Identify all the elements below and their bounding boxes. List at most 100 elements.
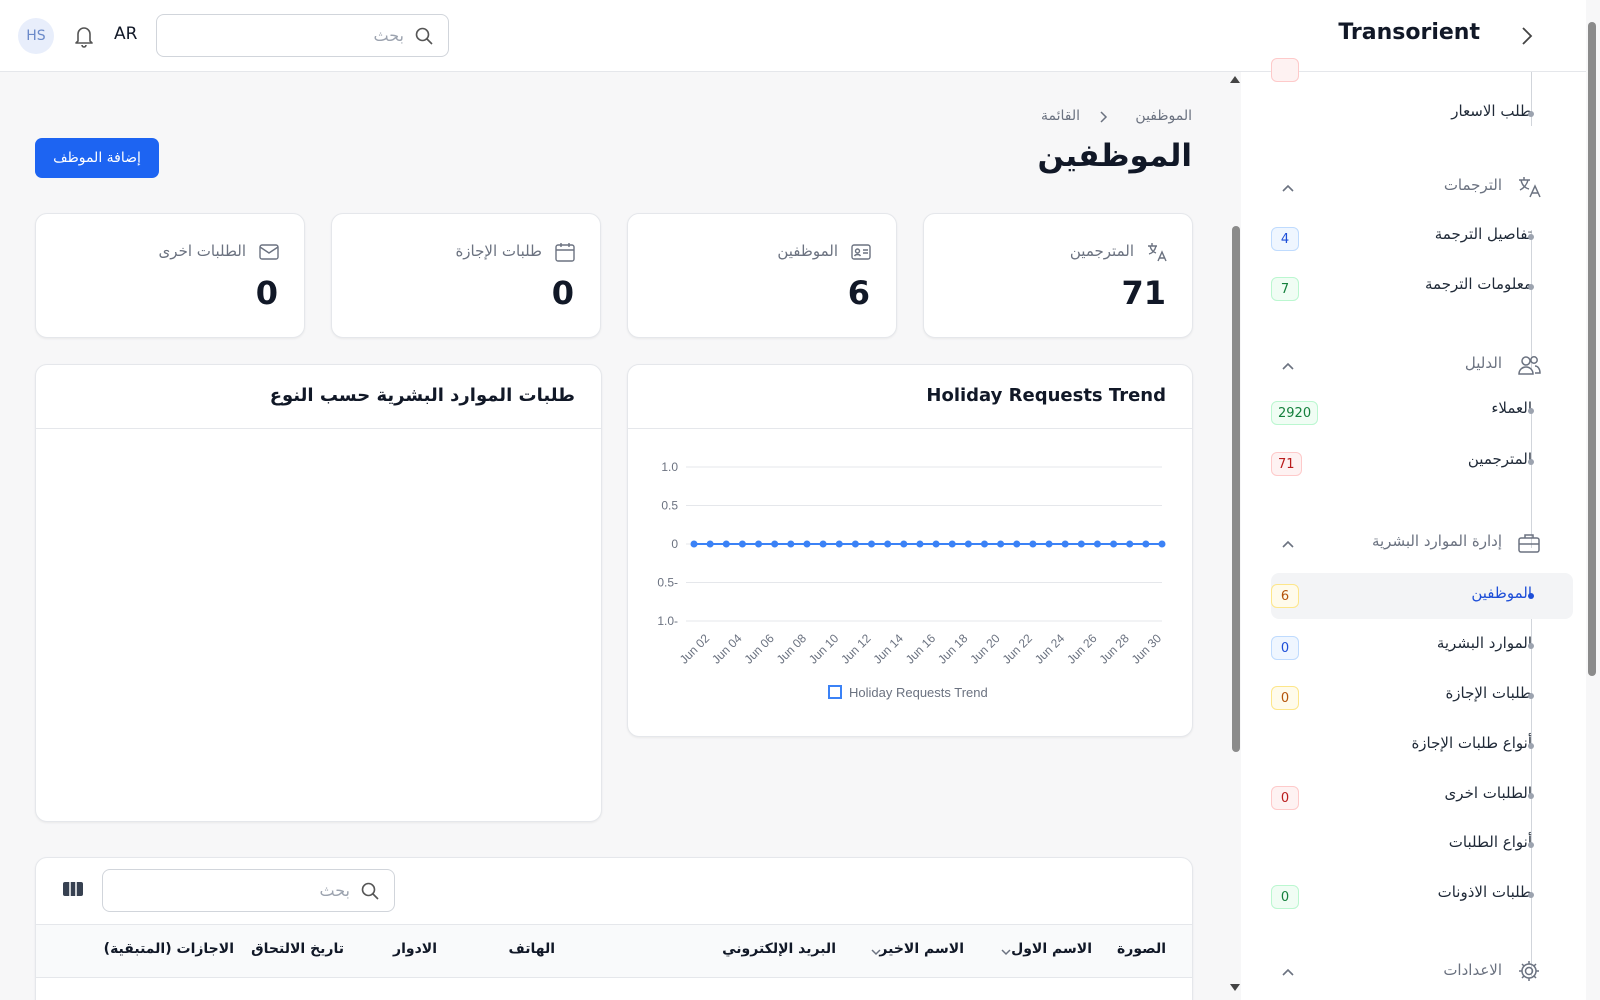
- chevron-up-icon[interactable]: [1281, 965, 1295, 979]
- data-point[interactable]: [1142, 540, 1150, 548]
- y-tick-label: 0.5: [661, 499, 678, 513]
- tree-line: [1531, 408, 1532, 548]
- sidebar-badge: 0: [1271, 885, 1299, 909]
- sidebar-item-hr[interactable]: الموارد البشرية: [1437, 634, 1532, 652]
- legend-label[interactable]: Holiday Requests Trend: [849, 685, 988, 700]
- data-point[interactable]: [755, 540, 763, 548]
- bell-icon[interactable]: [72, 22, 96, 50]
- chevron-up-icon[interactable]: [1281, 537, 1295, 551]
- tree-dot: [1528, 793, 1534, 799]
- data-point[interactable]: [706, 540, 714, 548]
- hr-requests-panel: طلبات الموارد البشرية حسب النوع: [35, 364, 602, 822]
- data-point[interactable]: [851, 540, 859, 548]
- column-photo[interactable]: الصورة: [1117, 941, 1166, 957]
- sidebar-item-translation-info[interactable]: معلومات الترجمة: [1425, 275, 1532, 293]
- sidebar-item-clients[interactable]: العملاء: [1491, 399, 1532, 417]
- column-roles[interactable]: الادوار: [393, 941, 437, 957]
- sidebar-group-translations[interactable]: الترجمات: [1444, 176, 1502, 194]
- stat-value: 6: [847, 274, 870, 312]
- data-point[interactable]: [787, 540, 795, 548]
- scroll-down-arrow[interactable]: [1230, 984, 1240, 991]
- column-phone[interactable]: الهاتف: [509, 941, 555, 957]
- sidebar-badge: 6: [1271, 584, 1299, 608]
- sidebar-group-hr[interactable]: إدارة الموارد البشرية: [1372, 532, 1502, 550]
- data-point[interactable]: [1077, 540, 1085, 548]
- x-tick-label: Jun 12: [838, 631, 874, 667]
- data-point[interactable]: [1061, 540, 1069, 548]
- data-point[interactable]: [722, 540, 730, 548]
- add-employee-button[interactable]: إضافة الموظف: [35, 138, 159, 178]
- data-point[interactable]: [964, 540, 972, 548]
- data-point[interactable]: [1126, 540, 1134, 548]
- sidebar-item-other-requests[interactable]: الطلبات اخرى: [1445, 784, 1532, 802]
- data-point[interactable]: [1013, 540, 1021, 548]
- x-tick-label: Jun 10: [806, 631, 842, 667]
- data-point[interactable]: [803, 540, 811, 548]
- data-point[interactable]: [884, 540, 892, 548]
- tree-dot: [1528, 743, 1534, 749]
- tree-dot: [1528, 643, 1534, 649]
- x-tick-label: Jun 30: [1129, 631, 1165, 667]
- column-join-date[interactable]: تاريخ الالتحاق: [251, 941, 344, 957]
- data-point[interactable]: [1158, 540, 1166, 548]
- data-point[interactable]: [997, 540, 1005, 548]
- sidebar-item-leave-types[interactable]: أنواع طلبات الإجازة: [1411, 734, 1532, 752]
- scroll-up-arrow[interactable]: [1230, 76, 1240, 83]
- main-scrollbar[interactable]: [1232, 226, 1240, 752]
- y-tick-label: 1.0: [661, 460, 678, 474]
- column-email[interactable]: البريد الإلكتروني: [722, 941, 836, 957]
- search-icon: [415, 27, 433, 45]
- data-point[interactable]: [1093, 540, 1101, 548]
- table-search-input[interactable]: بحث: [102, 869, 395, 912]
- data-point[interactable]: [771, 540, 779, 548]
- sidebar-item-quotes[interactable]: طلب الاسعار: [1451, 102, 1532, 120]
- language-switch[interactable]: AR: [114, 24, 137, 44]
- translate-icon: [1519, 177, 1541, 198]
- search-placeholder: بحث: [319, 881, 351, 900]
- tree-dot: [1528, 234, 1534, 240]
- data-point[interactable]: [932, 540, 940, 548]
- stat-label: الموظفين: [777, 242, 838, 260]
- divider: [36, 428, 601, 429]
- column-last-name[interactable]: الاسم الاخير: [879, 941, 964, 957]
- data-point[interactable]: [916, 540, 924, 548]
- chevron-left-icon: [1100, 111, 1108, 123]
- sidebar-item-translation-details[interactable]: تفاصيل الترجمة: [1435, 225, 1532, 243]
- data-point[interactable]: [738, 540, 746, 548]
- chevron-right-icon[interactable]: [1516, 24, 1538, 48]
- data-point[interactable]: [1045, 540, 1053, 548]
- data-point[interactable]: [1029, 540, 1037, 548]
- data-point[interactable]: [980, 540, 988, 548]
- data-point[interactable]: [819, 540, 827, 548]
- users-icon: [1518, 356, 1541, 375]
- x-tick-label: Jun 28: [1096, 631, 1132, 667]
- data-point[interactable]: [948, 540, 956, 548]
- search-input[interactable]: بحث: [156, 14, 449, 57]
- sidebar-item-translators[interactable]: المترجمين: [1468, 450, 1532, 468]
- sidebar-group-directory[interactable]: الدليل: [1465, 354, 1502, 372]
- chevron-up-icon[interactable]: [1281, 359, 1295, 373]
- data-point[interactable]: [900, 540, 908, 548]
- data-point[interactable]: [835, 540, 843, 548]
- sidebar-badge: 4: [1271, 227, 1299, 251]
- chevron-down-icon[interactable]: [1000, 947, 1012, 957]
- sidebar-item-leave-requests[interactable]: طلبات الإجازة: [1445, 684, 1532, 702]
- data-point[interactable]: [690, 540, 698, 548]
- sidebar-scrollbar[interactable]: [1588, 22, 1596, 676]
- data-point[interactable]: [868, 540, 876, 548]
- tree-dot: [1528, 284, 1534, 290]
- sidebar-group-settings[interactable]: الاعدادات: [1443, 961, 1502, 979]
- sidebar-item-employees[interactable]: الموظفين: [1471, 584, 1532, 602]
- stat-label: المترجمين: [1069, 242, 1134, 260]
- sidebar-item-request-types[interactable]: أنواع الطلبات: [1449, 833, 1532, 851]
- sidebar-item-permission-requests[interactable]: طلبات الاذونات: [1438, 883, 1532, 901]
- column-first-name[interactable]: الاسم الاول: [1011, 941, 1092, 957]
- chevron-up-icon[interactable]: [1281, 181, 1295, 195]
- avatar[interactable]: HS: [18, 18, 54, 54]
- column-remaining-leaves[interactable]: الاجازات (المتبقية): [104, 941, 234, 957]
- columns-icon[interactable]: [62, 880, 84, 898]
- data-point[interactable]: [1110, 540, 1118, 548]
- chevron-down-icon[interactable]: [870, 947, 882, 957]
- breadcrumb-employees[interactable]: الموظفين: [1135, 108, 1192, 124]
- x-tick-label: Jun 06: [741, 631, 777, 667]
